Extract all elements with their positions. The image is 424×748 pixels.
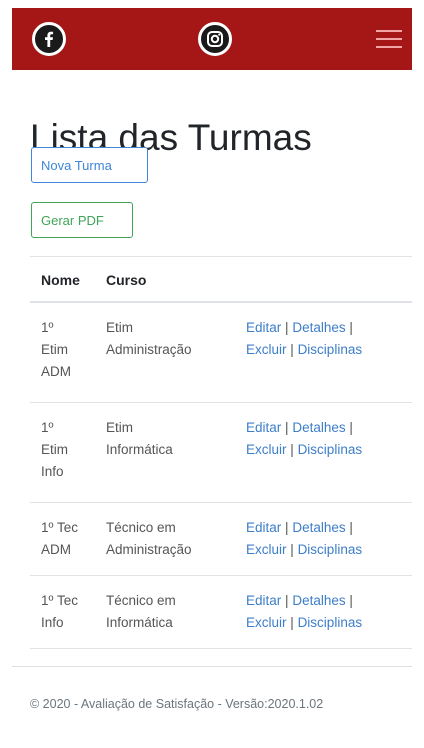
edit-link[interactable]: Editar [246,420,281,435]
delete-link[interactable]: Excluir [246,542,287,557]
table-row: 1º Tec ADM Técnico em Administração Edit… [30,503,412,576]
instagram-icon[interactable] [198,22,232,56]
cell-curso: Técnico em Informática [106,593,176,630]
cell-nome: 1º Tec ADM [41,520,78,557]
delete-link[interactable]: Excluir [246,615,287,630]
instagram-glyph [207,31,223,47]
details-link[interactable]: Detalhes [292,520,345,535]
cell-curso: Etim Informática [106,420,173,457]
facebook-glyph [45,31,54,47]
classes-table: Nome Curso 1º Etim ADM Etim Administraçã… [30,256,412,649]
disciplines-link[interactable]: Disciplinas [298,442,363,457]
top-navbar [12,8,412,70]
edit-link[interactable]: Editar [246,320,281,335]
details-link[interactable]: Detalhes [292,420,345,435]
column-header-curso: Curso [106,272,147,288]
table-row: 1º Tec Info Técnico em Informática Edita… [30,576,412,649]
cell-actions: Editar | Detalhes | Excluir | Disciplina… [246,593,363,630]
menu-bar [376,38,402,40]
cell-nome: 1º Etim Info [41,420,68,479]
disciplines-link[interactable]: Disciplinas [298,342,363,357]
cell-actions: Editar | Detalhes | Excluir | Disciplina… [246,520,363,557]
details-link[interactable]: Detalhes [292,320,345,335]
generate-pdf-button[interactable]: Gerar PDF [31,202,133,238]
menu-bar [376,46,402,48]
table-row: 1º Etim ADM Etim Administração Editar | … [30,303,412,403]
cell-curso: Etim Administração [106,320,192,357]
cell-nome: 1º Etim ADM [41,320,71,379]
column-header-nome: Nome [41,272,80,288]
menu-icon[interactable] [376,28,402,50]
disciplines-link[interactable]: Disciplinas [298,542,363,557]
cell-actions: Editar | Detalhes | Excluir | Disciplina… [246,420,363,457]
delete-link[interactable]: Excluir [246,442,287,457]
edit-link[interactable]: Editar [246,593,281,608]
edit-link[interactable]: Editar [246,520,281,535]
details-link[interactable]: Detalhes [292,593,345,608]
cell-actions: Editar | Detalhes | Excluir | Disciplina… [246,320,363,357]
cell-nome: 1º Tec Info [41,593,78,630]
delete-link[interactable]: Excluir [246,342,287,357]
cell-curso: Técnico em Administração [106,520,192,557]
table-header: Nome Curso [30,256,412,303]
new-class-button[interactable]: Nova Turma [31,147,148,183]
footer-copyright: © 2020 - Avaliação de Satisfação - Versã… [30,697,324,711]
menu-bar [376,30,402,32]
facebook-icon[interactable] [32,22,66,56]
disciplines-link[interactable]: Disciplinas [298,615,363,630]
footer-divider [12,666,412,667]
table-row: 1º Etim Info Etim Informática Editar | D… [30,403,412,503]
